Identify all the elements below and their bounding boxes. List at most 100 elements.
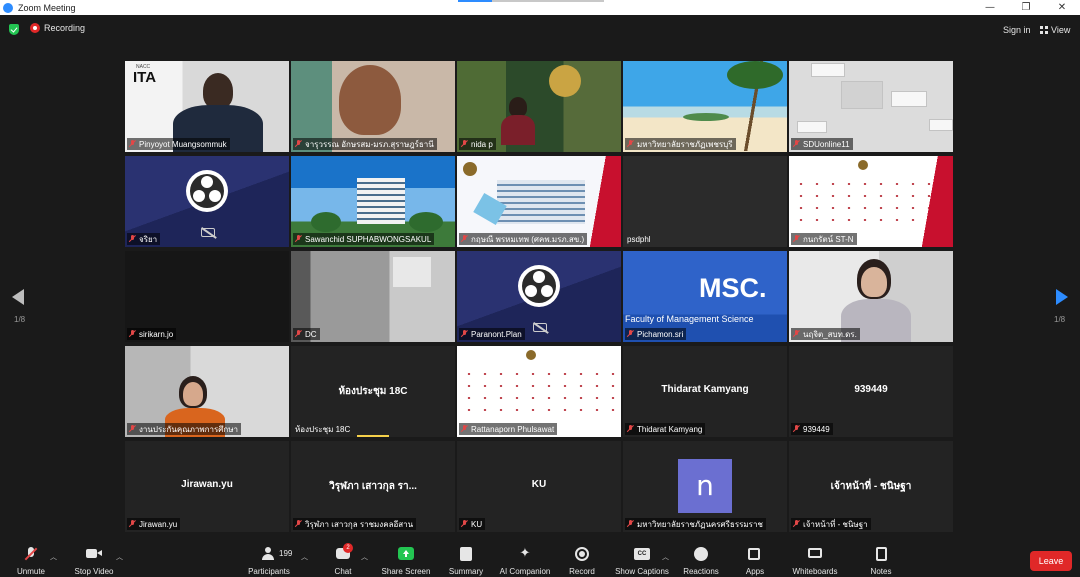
unmute-button[interactable]: Unmute [14,547,48,577]
participant-name-tag: กนกรัตน์ ST-N [791,233,857,245]
participant-name: มหาวิทยาลัยราชภัฏเพชรบุรี [637,139,733,149]
video-tile[interactable]: จารุวรรณ อักษรสม-มรภ.สุราษฎร์ธานี [291,61,455,152]
video-tile[interactable]: มหาวิทยาลัยราชภัฏเพชรบุรี [623,61,787,152]
msc-logo-text: MSC. [699,273,767,303]
emblem-icon [549,65,581,97]
participant-body [501,115,535,145]
notes-button[interactable]: Notes [864,547,898,577]
participant-name-tag: Paranont.Plan [459,328,525,340]
video-tile[interactable]: วิรุฬภา เสาวกุล รา... วิรุฬภา เสาวกุล รา… [291,441,455,532]
participant-name-tag: เจ้าหน้าที่ - ชนิษฐา [791,518,871,530]
university-crest-icon [463,162,477,176]
recording-indicator[interactable]: Recording [30,23,85,33]
muted-mic-icon [793,235,800,243]
chat-button[interactable]: 2 Chat [332,543,354,577]
participants-icon: 199 [261,547,292,561]
video-tile[interactable]: 939449 939449 [789,346,953,437]
video-tile[interactable]: Paranont.Plan [457,251,621,342]
video-tile[interactable]: Jirawan.yu Jirawan.yu [125,441,289,532]
previous-page-arrow-icon[interactable] [12,289,24,305]
muted-mic-icon [793,140,800,148]
apps-icon [747,547,763,561]
video-tile[interactable]: จริยา [125,156,289,247]
zoom-logo-icon [3,2,13,13]
chat-options-chevron-icon[interactable]: ︿ [361,552,368,562]
video-tile[interactable]: sirikarn.jo [125,251,289,342]
reactions-button[interactable]: Reactions [682,547,720,577]
view-label: View [1051,25,1071,35]
muted-mic-icon [793,425,800,433]
apps-button[interactable]: Apps [740,547,770,577]
participant-name-tag: งานประกันคุณภาพการศึกษา [127,423,241,435]
sparkle-icon: ✦ [519,546,531,561]
sign-in-link[interactable]: Sign in [1003,25,1031,35]
camera-off-icon [201,228,215,237]
video-tile[interactable]: MSC. Faculty of Management Science Picha… [623,251,787,342]
red-accent [589,156,621,247]
muted-mic-icon [129,425,136,433]
building-shape [357,178,405,224]
audio-options-chevron-icon[interactable]: ︿ [50,552,57,562]
participant-face [183,382,203,406]
participant-name: นฤจิต_สบท.ดร. [803,329,857,339]
video-tile[interactable]: Rattanaporn Phulsawat [457,346,621,437]
video-tile[interactable]: ห้องประชุม 18C ห้องประชุม 18C [291,346,455,437]
restore-button[interactable]: ❐ [1008,0,1044,15]
stop-video-button[interactable]: Stop Video [72,547,116,577]
ai-companion-button[interactable]: ✦ AI Companion [497,547,553,577]
video-tile[interactable]: nida p [457,61,621,152]
record-button[interactable]: Record [566,547,598,577]
share-screen-icon [398,547,414,561]
video-tile[interactable]: KU KU [457,441,621,532]
summary-document-icon [458,547,474,561]
video-tile[interactable]: Thidarat Kamyang Thidarat Kamyang [623,346,787,437]
view-button[interactable]: View [1040,25,1070,35]
participants-label: Participants [248,567,290,576]
video-tile[interactable]: เจ้าหน้าที่ - ชนิษฐา เจ้าหน้าที่ - ชนิษฐ… [789,441,953,532]
shield-check-icon[interactable] [9,24,19,35]
video-tile[interactable]: กนกรัตน์ ST-N [789,156,953,247]
participants-options-chevron-icon[interactable]: ︿ [301,552,308,562]
video-tile[interactable]: SDUonline11 [789,61,953,152]
red-accent [921,156,953,247]
participant-name-tag: SDUonline11 [791,138,853,150]
participant-name-tag: KU [459,518,486,530]
video-options-chevron-icon[interactable]: ︿ [116,552,123,562]
participant-display-name: Jirawan.yu [181,479,233,490]
participants-button[interactable]: 199 Participants [246,547,292,577]
leave-button[interactable]: Leave [1030,551,1072,571]
summary-button[interactable]: Summary [446,547,486,577]
close-button[interactable]: ✕ [1044,0,1080,15]
video-tile[interactable]: Sawanchid SUPHABWONGSAKUL [291,156,455,247]
unmute-label: Unmute [16,567,45,576]
chat-label: Chat [334,567,352,576]
video-tile[interactable]: งานประกันคุณภาพการศึกษา [125,346,289,437]
video-tile[interactable]: n มหาวิทยาลัยราชภัฏนครศรีธรรมราช [623,441,787,532]
participant-display-name: เจ้าหน้าที่ - ชนิษฐา [830,481,912,492]
muted-mic-icon [295,520,302,528]
participant-name-tag: Rattanaporn Phulsawat [459,423,558,435]
captions-options-chevron-icon[interactable]: ︿ [662,552,669,562]
show-captions-label: Show Captions [615,567,669,576]
participant-name: sirikarn.jo [139,329,174,339]
share-screen-label: Share Screen [381,567,431,576]
next-page-arrow-icon[interactable] [1056,289,1068,305]
recording-label: Recording [44,23,86,33]
participant-name-tag: จารุวรรณ อักษรสม-มรภ.สุราษฎร์ธานี [293,138,437,150]
participant-head [339,65,401,135]
whiteboards-button[interactable]: Whiteboards [788,547,842,577]
participant-face [861,267,887,297]
share-screen-button[interactable]: Share Screen [380,547,432,577]
pager-right: 1/8 [1054,315,1066,324]
video-tile[interactable]: กฤษณี พรหมเทพ (ศคพ.มรภ.สข.) [457,156,621,247]
video-tile[interactable]: นฤจิต_สบท.ดร. [789,251,953,342]
notes-label: Notes [870,567,892,576]
video-tile[interactable]: NACC ITA Pinyoyot Muangsommuk [125,61,289,152]
video-tile[interactable]: DC [291,251,455,342]
participant-name: nida p [471,139,493,149]
video-tile[interactable]: psdphl [623,156,787,247]
participant-name: Pinyoyot Muangsommuk [139,139,227,149]
participant-name-tag: นฤจิต_สบท.ดร. [791,328,860,340]
minimize-button[interactable]: — [972,0,1008,15]
muted-mic-icon [461,140,468,148]
